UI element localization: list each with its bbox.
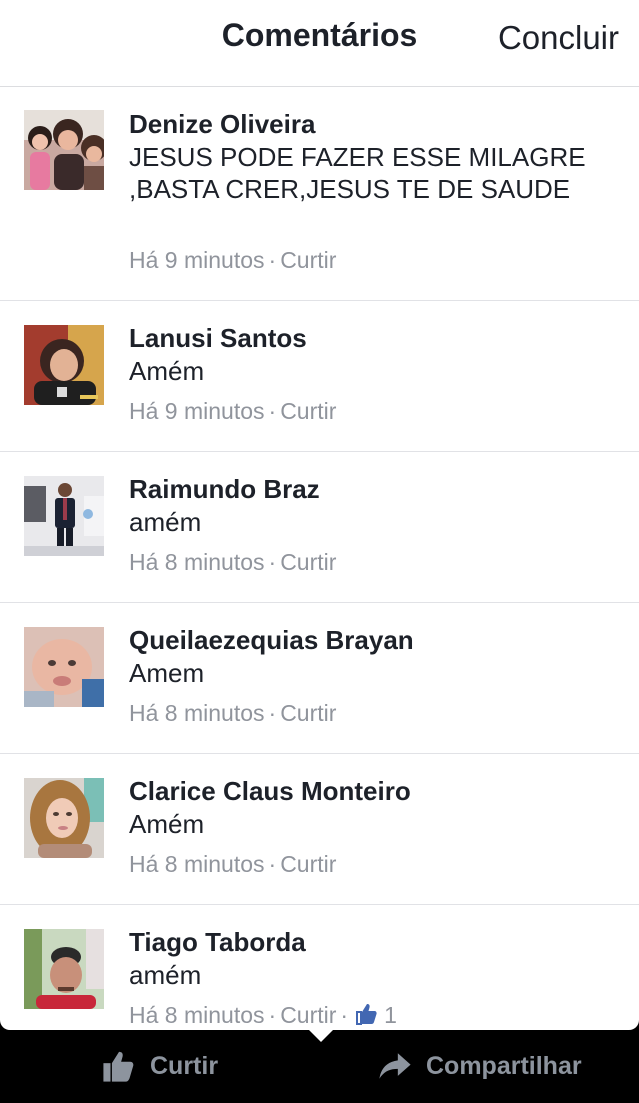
comment-time[interactable]: Há 9 minutos: [129, 398, 265, 424]
comment-author[interactable]: Queilaezequias Brayan: [129, 625, 414, 656]
comment-like-button[interactable]: Curtir: [280, 549, 336, 575]
avatar[interactable]: [24, 627, 104, 707]
comment-item: Denize Oliveira JESUS PODE FAZER ESSE MI…: [0, 87, 639, 301]
comment-item: Queilaezequias Brayan Amem Há 8 minutos ·…: [0, 603, 639, 754]
comment-author[interactable]: Clarice Claus Monteiro: [129, 776, 411, 807]
separator: ·: [268, 700, 277, 726]
comment-meta: Há 8 minutos · Curtir · 1: [129, 1002, 397, 1030]
comment-text: JESUS PODE FAZER ESSE MILAGRE ,BASTA CRE…: [129, 142, 586, 204]
comment-author[interactable]: Lanusi Santos: [129, 323, 307, 354]
avatar[interactable]: [24, 110, 104, 190]
comment-item: Lanusi Santos Amém Há 9 minutos · Curtir: [0, 301, 639, 452]
comment-like-button[interactable]: Curtir: [280, 1002, 336, 1028]
comment-author[interactable]: Tiago Taborda: [129, 927, 306, 958]
comments-sheet: Comentários Concluir Denize Oliveira JES…: [0, 0, 639, 1030]
comments-header: Comentários Concluir: [0, 0, 639, 87]
comment-text: Amém: [129, 356, 205, 386]
like-count[interactable]: 1: [384, 1002, 397, 1028]
like-button-label: Curtir: [150, 1051, 219, 1080]
comment-time[interactable]: Há 8 minutos: [129, 700, 265, 726]
thumbs-up-icon: [103, 1051, 134, 1082]
comment-meta: Há 8 minutos · Curtir: [129, 851, 336, 878]
comment-meta: Há 8 minutos · Curtir: [129, 549, 336, 576]
comment-like-button[interactable]: Curtir: [280, 247, 336, 273]
share-arrow-icon: [379, 1053, 411, 1079]
comment-text: Amem: [129, 658, 205, 688]
avatar[interactable]: [24, 325, 104, 405]
comment-meta: Há 8 minutos · Curtir: [129, 700, 336, 727]
comment-like-button[interactable]: Curtir: [280, 700, 336, 726]
comment-text: amém: [129, 507, 202, 537]
comment-time[interactable]: Há 8 minutos: [129, 549, 265, 575]
comment-time[interactable]: Há 8 minutos: [129, 1002, 265, 1028]
done-button[interactable]: Concluir: [498, 19, 619, 57]
separator: ·: [268, 549, 277, 575]
share-button-label: Compartilhar: [426, 1051, 582, 1080]
comment-meta: Há 9 minutos · Curtir: [129, 398, 336, 425]
share-button[interactable]: Compartilhar: [378, 1046, 582, 1086]
comment-item: Raimundo Braz amém Há 8 minutos · Curtir: [0, 452, 639, 603]
separator: ·: [340, 1002, 349, 1028]
comment-time[interactable]: Há 8 minutos: [129, 851, 265, 877]
comment-item: Tiago Taborda amém Há 8 minutos · Curtir · 1: [0, 905, 639, 1030]
separator: ·: [268, 851, 277, 877]
separator: ·: [268, 1002, 277, 1028]
avatar[interactable]: [24, 778, 104, 858]
comment-meta: Há 9 minutos · Curtir: [129, 247, 336, 274]
comment-item: Clarice Claus Monteiro Amém Há 8 minutos…: [0, 754, 639, 905]
comment-like-button[interactable]: Curtir: [280, 398, 336, 424]
avatar[interactable]: [24, 476, 104, 556]
comment-text: amém: [129, 960, 202, 990]
separator: ·: [268, 247, 277, 273]
thumbs-up-outline-icon: [354, 1002, 378, 1030]
comment-like-button[interactable]: Curtir: [280, 851, 336, 877]
comment-author[interactable]: Raimundo Braz: [129, 474, 320, 505]
comment-author[interactable]: Denize Oliveira: [129, 109, 315, 140]
comment-time[interactable]: Há 9 minutos: [129, 247, 265, 273]
separator: ·: [268, 398, 277, 424]
comment-text: Amém: [129, 809, 205, 839]
avatar[interactable]: [24, 929, 104, 1009]
sheet-pointer: [308, 1029, 334, 1042]
like-button[interactable]: Curtir: [102, 1046, 218, 1086]
